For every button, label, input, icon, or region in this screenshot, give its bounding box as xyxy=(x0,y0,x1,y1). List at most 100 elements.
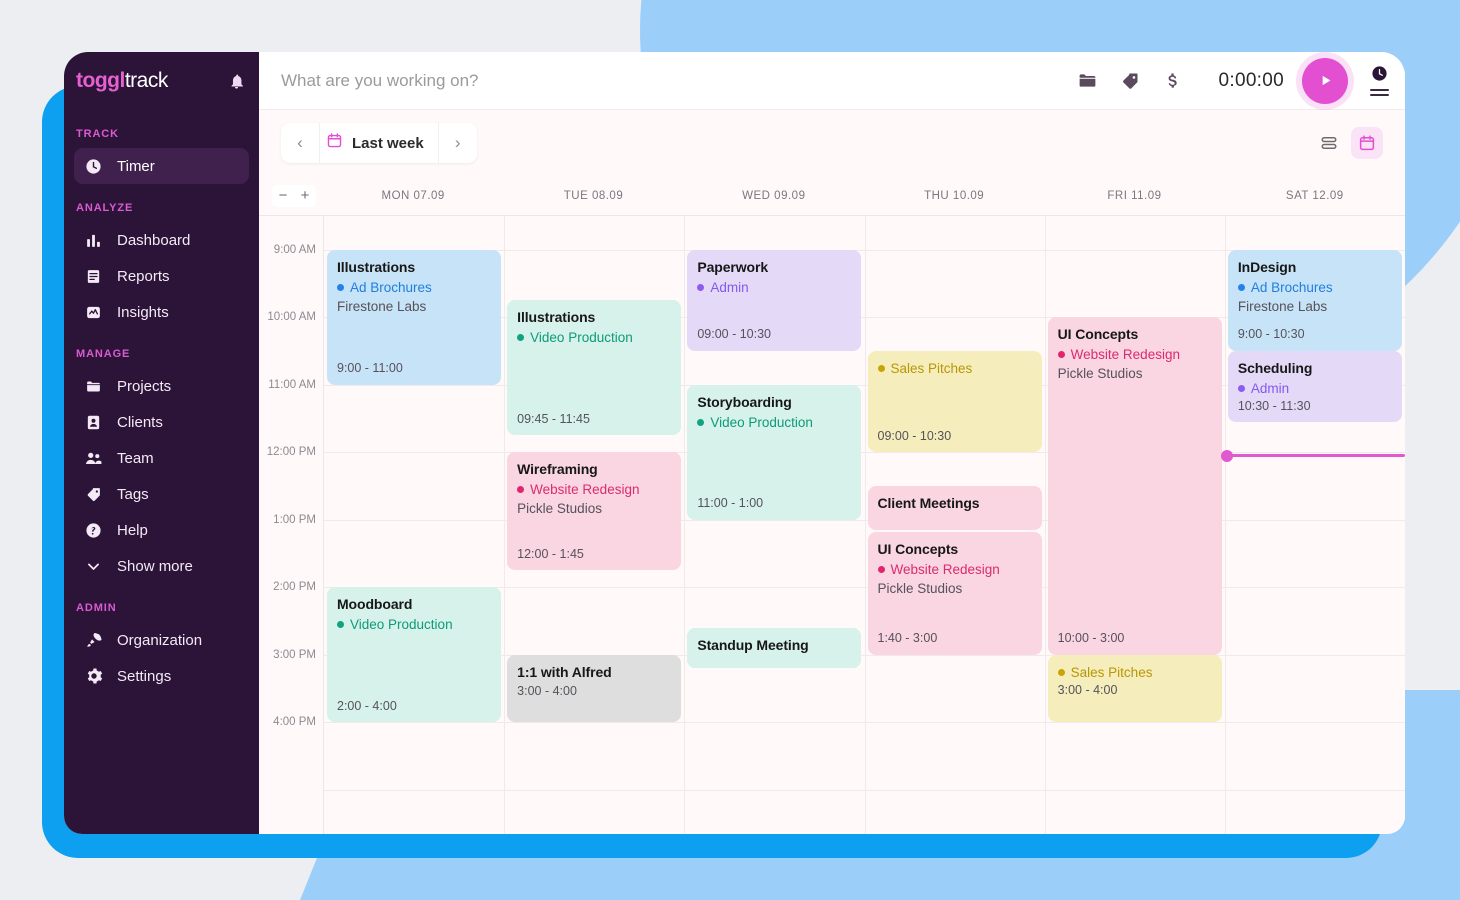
toggl-track-logo[interactable]: toggltrack xyxy=(76,69,168,93)
calendar-event[interactable]: UI Concepts Website Redesign Pickle Studio… xyxy=(1047,317,1222,655)
sidebar-item-label: Show more xyxy=(117,557,193,575)
billable-dollar-icon[interactable] xyxy=(1151,71,1193,91)
day-gridline xyxy=(1044,216,1046,834)
event-client: Pickle Studios xyxy=(1057,366,1143,382)
event-title: Standup Meeting xyxy=(697,636,809,653)
calendar-event[interactable]: Wireframing Website Redesign Pickle Studio… xyxy=(507,452,682,571)
calendar-grid[interactable]: Illustrations Ad Brochures Firestone Labs 9… xyxy=(323,216,1405,834)
date-range-button[interactable]: Last week xyxy=(319,123,439,163)
day-header-list: MON 07.09 TUE 08.09 WED 09.09 THU 10.09 FRI … xyxy=(323,190,1405,202)
sidebar-item-help[interactable]: Help xyxy=(74,512,249,548)
calendar-event[interactable]: Client Meetings xyxy=(867,486,1042,530)
sidebar-item-tags[interactable]: Tags xyxy=(74,476,249,512)
bar-chart-icon xyxy=(84,231,103,250)
next-week-button[interactable]: › xyxy=(439,123,477,163)
tag-icon[interactable] xyxy=(1109,71,1151,91)
chevron-down-icon xyxy=(84,557,103,576)
event-project-label: Video Production xyxy=(530,330,633,346)
sidebar-item-label: Tags xyxy=(117,485,149,503)
sidebar-section-label-manage: MANAGE xyxy=(76,348,131,360)
project-color-dot xyxy=(877,565,885,573)
date-navigation-bar: ‹ Last week › xyxy=(259,110,1405,176)
insights-icon xyxy=(84,303,103,322)
zoom-in-button[interactable]: + xyxy=(294,184,316,207)
list-view-toggle[interactable] xyxy=(1313,127,1345,159)
start-timer-button[interactable] xyxy=(1302,57,1348,104)
day-header-4[interactable]: FRI 11.09 xyxy=(1044,190,1224,202)
app-stage: toggltrack TRACK Timer ANALYZE Dashboard Rep… xyxy=(0,0,1460,900)
calendar-event[interactable]: Sales Pitches 09:00 - 10:30 xyxy=(867,351,1042,453)
day-gridline xyxy=(1224,216,1226,834)
day-header-3[interactable]: THU 10.09 xyxy=(864,190,1044,202)
event-project: Website Redesign xyxy=(1057,345,1212,364)
sidebar-item-projects[interactable]: Projects xyxy=(74,368,249,404)
sidebar-section-label-admin: ADMIN xyxy=(76,602,117,614)
menu-hamburger-icon[interactable] xyxy=(1370,89,1389,96)
day-header-5[interactable]: SAT 12.09 xyxy=(1225,190,1405,202)
calendar-view-toggle[interactable] xyxy=(1351,127,1383,159)
calendar-event[interactable]: UI Concepts Website Redesign Pickle Studio… xyxy=(867,531,1042,655)
calendar-body: 9:00 AM 10:00 AM 11:00 AM 12:00 PM 1:00 PM 2:… xyxy=(259,216,1405,834)
event-client: Firestone Labs xyxy=(337,298,427,314)
calendar-event[interactable]: Moodboard Video Production 2:00 - 4:00 xyxy=(327,587,502,723)
event-title: Paperwork xyxy=(697,258,769,275)
day-gridline xyxy=(504,216,506,834)
sidebar-item-reports[interactable]: Reports xyxy=(74,258,249,294)
main-area: 0:00:00 ‹ xyxy=(259,52,1405,834)
sidebar-item-clients[interactable]: Clients xyxy=(74,404,249,440)
sidebar-item-label: Team xyxy=(117,449,154,467)
project-folder-icon[interactable] xyxy=(1067,70,1109,91)
sidebar-item-settings[interactable]: Settings xyxy=(74,658,249,694)
sidebar-item-label: Timer xyxy=(117,157,155,175)
project-color-dot xyxy=(337,283,344,291)
notification-bell-icon[interactable] xyxy=(228,73,245,90)
event-title: InDesign xyxy=(1237,258,1297,275)
event-project: Website Redesign xyxy=(877,560,1032,579)
sidebar-item-label: Reports xyxy=(117,267,170,285)
sidebar-item-team[interactable]: Team xyxy=(74,440,249,476)
sidebar-item-organization[interactable]: Organization xyxy=(74,622,249,658)
sidebar-item-timer[interactable]: Timer xyxy=(74,148,249,184)
event-time-range: 09:45 - 11:45 xyxy=(517,411,590,426)
project-color-dot xyxy=(1237,283,1245,291)
event-project-label: Ad Brochures xyxy=(350,279,432,295)
event-time-range: 09:00 - 10:30 xyxy=(877,428,952,443)
report-icon xyxy=(84,267,103,286)
event-title: Storyboarding xyxy=(697,393,792,410)
event-title: UI Concepts xyxy=(877,540,959,557)
sidebar-item-insights[interactable]: Insights xyxy=(74,294,249,330)
calendar-event[interactable]: Standup Meeting xyxy=(687,627,862,669)
timer-toolbar: 0:00:00 xyxy=(259,52,1405,110)
calendar-event[interactable]: Paperwork Admin 09:00 - 10:30 xyxy=(687,249,862,351)
event-title: Client Meetings xyxy=(877,495,980,511)
date-range-picker: ‹ Last week › xyxy=(281,123,477,163)
app-window: toggltrack TRACK Timer ANALYZE Dashboard Rep… xyxy=(64,52,1405,834)
timer-mode-clock-icon[interactable] xyxy=(1371,65,1388,82)
calendar-event[interactable]: Scheduling Admin 10:30 - 11:30 xyxy=(1227,351,1402,422)
calendar-event[interactable]: Storyboarding Video Production 11:00 - 1:0… xyxy=(687,384,862,520)
time-label-3: 12:00 PM xyxy=(266,446,316,459)
day-header-2[interactable]: WED 09.09 xyxy=(684,190,864,202)
sidebar-item-dashboard[interactable]: Dashboard xyxy=(74,222,249,258)
event-project: Sales Pitches xyxy=(1057,663,1212,682)
task-description-input[interactable] xyxy=(281,70,1067,91)
time-axis: 9:00 AM 10:00 AM 11:00 AM 12:00 PM 1:00 PM 2:… xyxy=(259,216,323,834)
calendar-event[interactable]: Illustrations Video Production 09:45 - 11:… xyxy=(507,300,682,436)
event-time-range: 09:00 - 10:30 xyxy=(697,327,771,342)
sidebar-item-show-more[interactable]: Show more xyxy=(74,548,249,584)
calendar-event[interactable]: Illustrations Ad Brochures Firestone Labs 9… xyxy=(327,249,502,385)
calendar-event[interactable]: 1:1 with Alfred 3:00 - 4:00 xyxy=(507,654,682,723)
zoom-out-button[interactable]: − xyxy=(272,184,294,207)
timer-display: 0:00:00 xyxy=(1218,69,1284,91)
event-project: Admin xyxy=(697,278,851,297)
previous-week-button[interactable]: ‹ xyxy=(281,123,319,163)
folder-icon xyxy=(84,377,103,396)
calendar-event[interactable]: Sales Pitches 3:00 - 4:00 xyxy=(1047,654,1222,723)
day-header-1[interactable]: TUE 08.09 xyxy=(503,190,683,202)
sidebar-item-label: Help xyxy=(117,521,148,539)
tag-icon xyxy=(84,485,103,504)
day-header-0[interactable]: MON 07.09 xyxy=(323,190,503,202)
event-title: UI Concepts xyxy=(1057,326,1139,343)
project-color-dot xyxy=(337,621,344,629)
calendar-event[interactable]: InDesign Ad Brochures Firestone Labs 9:00 -… xyxy=(1227,249,1402,351)
